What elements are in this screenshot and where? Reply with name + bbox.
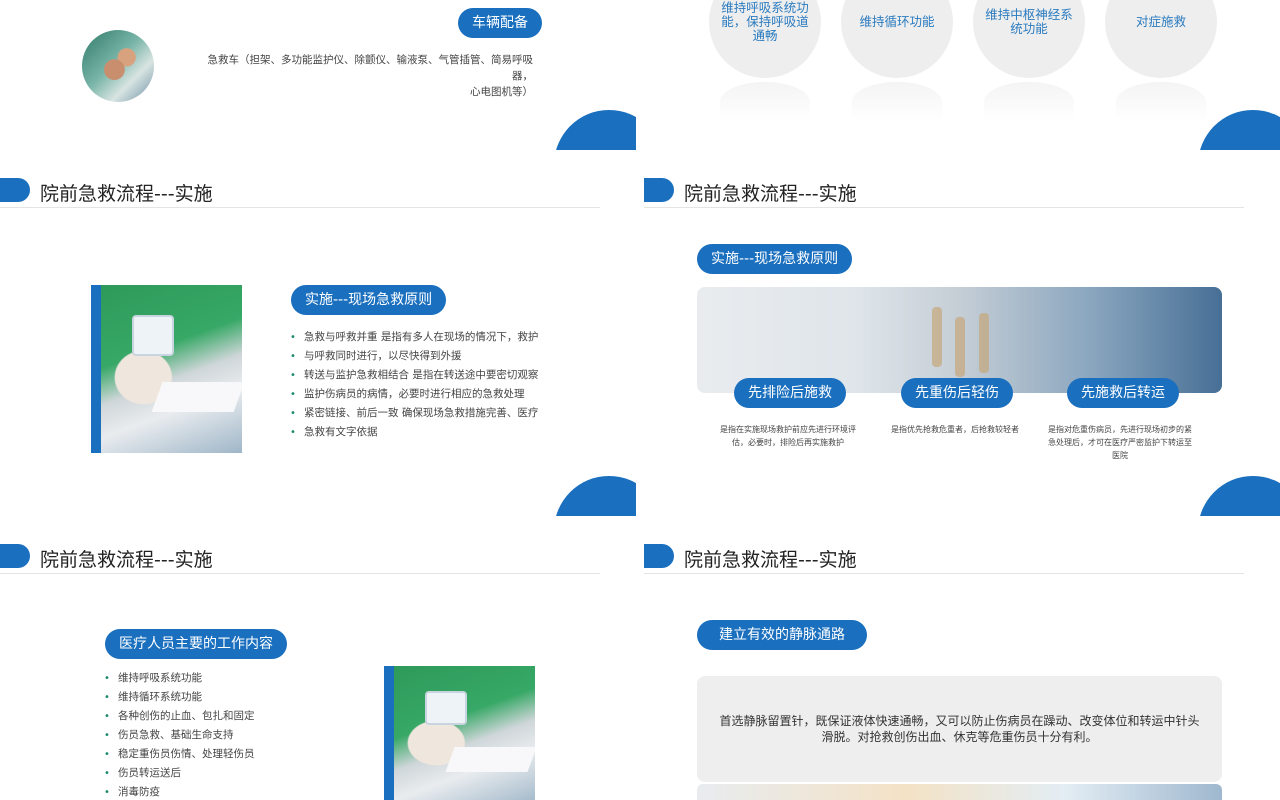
list-item: 急救与呼救并重 是指有多人在现场的情况下，救护: [290, 328, 560, 347]
title-tab-marker: [0, 178, 30, 202]
principle-pill-transport: 先施救后转运: [1067, 378, 1179, 408]
list-item: 紧密链接、前后一致 确保现场急救措施完善、医疗: [290, 404, 560, 423]
title-tab-marker: [0, 544, 30, 568]
vehicle-label-pill: 车辆配备: [458, 8, 542, 38]
ambulance-equipment-text: 急救车（担架、多功能监护仪、除颤仪、输液泵、气管插管、简易呼吸器， 心电图机等）: [188, 52, 534, 100]
principle-pill-severity: 先重伤后轻伤: [901, 378, 1013, 408]
doctor-writing-photo: [101, 285, 242, 453]
principle-desc: 是指对危重伤病员，先进行现场初步的紧急处理后，才可在医疗严密监护下转运至医院: [1048, 425, 1192, 460]
circle-nervous-system: 维持中枢神经系统功能: [973, 0, 1085, 78]
corner-decoration: [1198, 476, 1280, 516]
slide-iv-access[interactable]: 院前急救流程---实施 建立有效的静脉通路 首选静脉留置针，既保证液体快速通畅，…: [644, 522, 1280, 800]
list-item: 维持循环系统功能: [104, 688, 324, 707]
slide-title: 院前急救流程---实施: [40, 549, 213, 571]
slide-header: 院前急救流程---实施: [644, 542, 1244, 574]
circle-reflection: [720, 82, 810, 122]
ambulance-line: 心电图机等）: [470, 86, 533, 98]
section-pill: 建立有效的静脉通路: [697, 620, 867, 650]
circle-breathing: 维持呼吸系统功能，保持呼吸道通畅: [709, 0, 821, 78]
banner-figure: [955, 317, 965, 377]
slide-medical-staff-duties[interactable]: 院前急救流程---实施 医疗人员主要的工作内容 维持呼吸系统功能 维持循环系统功…: [0, 522, 636, 800]
list-item: 稳定重伤员伤情、处理轻伤员: [104, 745, 324, 764]
clipboard-paper: [445, 747, 535, 773]
section-pill: 医疗人员主要的工作内容: [105, 629, 287, 659]
bottom-banner-photo: [697, 784, 1222, 800]
circle-reflection: [852, 82, 942, 122]
list-item: 维持呼吸系统功能: [104, 669, 324, 688]
slide-onsite-principles-list[interactable]: 院前急救流程---实施 实施---现场急救原则 急救与呼救并重 是指有多人在现场…: [0, 156, 636, 516]
principle-desc: 是指优先抢救危重者，后抢救较轻者: [891, 425, 1019, 434]
note-line: 滑脱。对抢救创伤出血、休克等危重伤员十分有利。: [821, 730, 1098, 744]
section-pill: 实施---现场急救原则: [697, 244, 853, 274]
corner-decoration: [554, 476, 636, 516]
duties-list: 维持呼吸系统功能 维持循环系统功能 各种创伤的止血、包扎和固定 伤员急救、基础生…: [104, 669, 324, 800]
corner-decoration: [1198, 110, 1280, 150]
slide-header: 院前急救流程---实施: [644, 176, 1244, 208]
list-item: 消毒防疫: [104, 783, 324, 800]
title-tab-marker: [644, 544, 674, 568]
clipboard-paper: [151, 382, 242, 413]
circle-circulation: 维持循环功能: [841, 0, 953, 78]
ambulance-line: 急救车（担架、多功能监护仪、除颤仪、输液泵、气管插管、简易呼吸器，: [207, 54, 534, 82]
list-item: 与呼救同时进行，以尽快得到外援: [290, 347, 560, 366]
slide-vehicle-equipment[interactable]: 车辆配备 急救车（担架、多功能监护仪、除颤仪、输液泵、气管插管、简易呼吸器， 心…: [0, 0, 636, 150]
slide-header: 院前急救流程---实施: [0, 176, 600, 208]
list-item: 伤员急救、基础生命支持: [104, 726, 324, 745]
iv-note-box: 首选静脉留置针，既保证液体快速通畅，又可以防止伤病员在躁动、改变体位和转运中针头…: [697, 676, 1222, 782]
slide-title: 院前急救流程---实施: [684, 549, 857, 571]
title-tab-marker: [644, 178, 674, 202]
banner-figure: [979, 313, 989, 373]
slide-title: 院前急救流程---实施: [40, 183, 213, 205]
list-item: 伤员转运送后: [104, 764, 324, 783]
circle-reflection: [1116, 82, 1206, 122]
doctor-writing-photo: [394, 666, 535, 800]
slide-title: 院前急救流程---实施: [684, 183, 857, 205]
id-badge: [425, 691, 468, 725]
slide-header: 院前急救流程---实施: [0, 542, 600, 574]
id-badge: [132, 315, 175, 356]
section-pill: 实施---现场急救原则: [291, 285, 447, 315]
note-line: 首选静脉留置针，既保证液体快速通畅，又可以防止伤病员在躁动、改变体位和转运中针头: [719, 714, 1200, 728]
circle-symptomatic: 对症施救: [1105, 0, 1217, 78]
circle-reflection: [984, 82, 1074, 122]
principle-desc: 是指在实施现场救护前应先进行环境评估，必要时，排险后再实施救护: [720, 425, 856, 447]
principle-pill-hazard: 先排险后施救: [734, 378, 846, 408]
corner-decoration: [554, 110, 636, 150]
list-item: 急救有文字依据: [290, 423, 560, 442]
banner-figure: [932, 307, 942, 367]
slide-onsite-principles-cards[interactable]: 院前急救流程---实施 实施---现场急救原则 先排险后施救 先重伤后轻伤 先施…: [644, 156, 1280, 516]
team-hands-photo: [82, 30, 154, 102]
slide-function-circles[interactable]: 维持呼吸系统功能，保持呼吸道通畅 维持循环功能 维持中枢神经系统功能 对症施救: [644, 0, 1280, 150]
list-item: 各种创伤的止血、包扎和固定: [104, 707, 324, 726]
list-item: 监护伤病员的病情，必要时进行相应的急救处理: [290, 385, 560, 404]
list-item: 转送与监护急救相结合 是指在转送途中要密切观察: [290, 366, 560, 385]
principles-list: 急救与呼救并重 是指有多人在现场的情况下，救护 与呼救同时进行，以尽快得到外援 …: [290, 328, 560, 442]
